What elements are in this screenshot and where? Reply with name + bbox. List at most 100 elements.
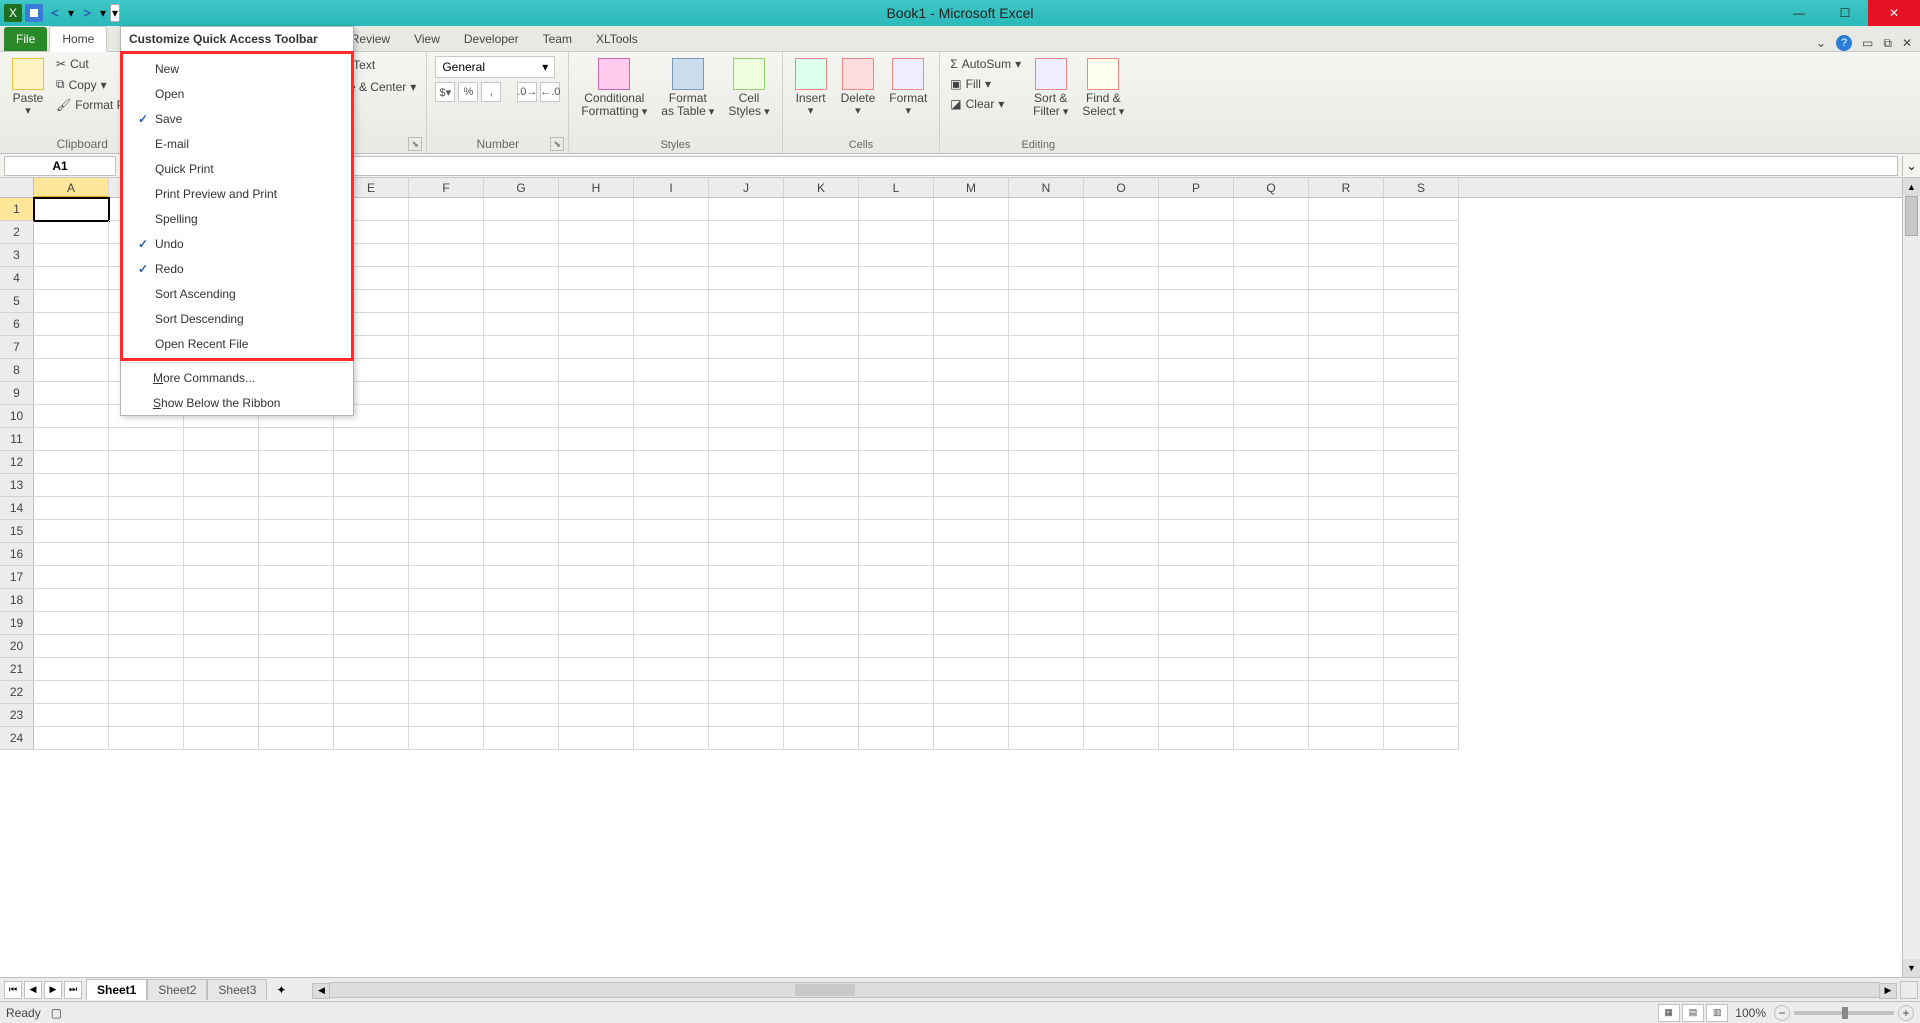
cell-Q6[interactable] [1234,313,1309,336]
cell-P9[interactable] [1159,382,1234,405]
cell-E21[interactable] [334,658,409,681]
cell-R10[interactable] [1309,405,1384,428]
cell-O14[interactable] [1084,497,1159,520]
col-header-R[interactable]: R [1309,178,1384,197]
autosum-button[interactable]: ΣAutoSum ▾ [948,56,1023,72]
row-header-1[interactable]: 1 [0,198,34,221]
cell-R8[interactable] [1309,359,1384,382]
cell-K23[interactable] [784,704,859,727]
cell-H22[interactable] [559,681,634,704]
cell-L7[interactable] [859,336,934,359]
cell-C22[interactable] [184,681,259,704]
scroll-left-button[interactable]: ◀ [312,983,330,999]
cell-P6[interactable] [1159,313,1234,336]
cell-J3[interactable] [709,244,784,267]
tab-home[interactable]: Home [49,26,107,52]
cell-M3[interactable] [934,244,1009,267]
cell-R18[interactable] [1309,589,1384,612]
cell-H2[interactable] [559,221,634,244]
cell-Q16[interactable] [1234,543,1309,566]
cell-E16[interactable] [334,543,409,566]
tab-developer[interactable]: Developer [452,27,531,51]
cell-N12[interactable] [1009,451,1084,474]
cell-L4[interactable] [859,267,934,290]
cell-H11[interactable] [559,428,634,451]
cell-L1[interactable] [859,198,934,221]
cell-G7[interactable] [484,336,559,359]
cell-P16[interactable] [1159,543,1234,566]
cell-S16[interactable] [1384,543,1459,566]
cell-E15[interactable] [334,520,409,543]
cell-G18[interactable] [484,589,559,612]
col-header-Q[interactable]: Q [1234,178,1309,197]
cell-D14[interactable] [259,497,334,520]
cell-H6[interactable] [559,313,634,336]
cell-L12[interactable] [859,451,934,474]
col-header-K[interactable]: K [784,178,859,197]
cell-M15[interactable] [934,520,1009,543]
cell-K16[interactable] [784,543,859,566]
cell-K21[interactable] [784,658,859,681]
cell-L20[interactable] [859,635,934,658]
cell-A8[interactable] [34,359,109,382]
cell-N21[interactable] [1009,658,1084,681]
cell-H20[interactable] [559,635,634,658]
cell-Q14[interactable] [1234,497,1309,520]
row-header-12[interactable]: 12 [0,451,34,474]
cell-Q24[interactable] [1234,727,1309,750]
cell-Q21[interactable] [1234,658,1309,681]
zoom-in-button[interactable]: + [1898,1005,1914,1021]
cell-Q19[interactable] [1234,612,1309,635]
cell-G5[interactable] [484,290,559,313]
cell-C16[interactable] [184,543,259,566]
cell-D12[interactable] [259,451,334,474]
cell-K22[interactable] [784,681,859,704]
row-header-20[interactable]: 20 [0,635,34,658]
tab-file[interactable]: File [4,27,47,51]
format-cells-button[interactable]: Format▾ [885,56,931,119]
cell-N24[interactable] [1009,727,1084,750]
maximize-button[interactable]: ☐ [1822,0,1868,26]
cell-I5[interactable] [634,290,709,313]
cell-S15[interactable] [1384,520,1459,543]
qat-show-below[interactable]: Show Below the Ribbon [121,390,353,415]
cell-D15[interactable] [259,520,334,543]
formula-input[interactable] [180,156,1898,176]
cell-S1[interactable] [1384,198,1459,221]
cell-M6[interactable] [934,313,1009,336]
cell-K24[interactable] [784,727,859,750]
split-handle[interactable] [1900,981,1918,999]
cell-Q7[interactable] [1234,336,1309,359]
qat-item-open-recent-file[interactable]: Open Recent File [123,331,351,356]
cell-N5[interactable] [1009,290,1084,313]
cell-A23[interactable] [34,704,109,727]
cell-A18[interactable] [34,589,109,612]
cell-C18[interactable] [184,589,259,612]
view-pagebreak-button[interactable]: ▥ [1706,1004,1728,1022]
cell-J15[interactable] [709,520,784,543]
cell-K7[interactable] [784,336,859,359]
qat-undo-icon[interactable] [46,4,64,22]
cell-I21[interactable] [634,658,709,681]
cell-N13[interactable] [1009,474,1084,497]
row-header-7[interactable]: 7 [0,336,34,359]
tab-view[interactable]: View [402,27,452,51]
alignment-launcher[interactable]: ⬊ [408,137,422,151]
scroll-thumb[interactable] [1905,196,1918,236]
cell-O2[interactable] [1084,221,1159,244]
cell-K13[interactable] [784,474,859,497]
qat-item-save[interactable]: ✓Save [123,106,351,131]
cell-G8[interactable] [484,359,559,382]
cell-A11[interactable] [34,428,109,451]
cell-R7[interactable] [1309,336,1384,359]
cell-G22[interactable] [484,681,559,704]
cell-Q1[interactable] [1234,198,1309,221]
cell-F17[interactable] [409,566,484,589]
cell-S4[interactable] [1384,267,1459,290]
cell-K11[interactable] [784,428,859,451]
qat-customize-dropdown[interactable]: ▾ [110,4,120,22]
cell-O6[interactable] [1084,313,1159,336]
cell-N11[interactable] [1009,428,1084,451]
cell-M10[interactable] [934,405,1009,428]
cell-M7[interactable] [934,336,1009,359]
